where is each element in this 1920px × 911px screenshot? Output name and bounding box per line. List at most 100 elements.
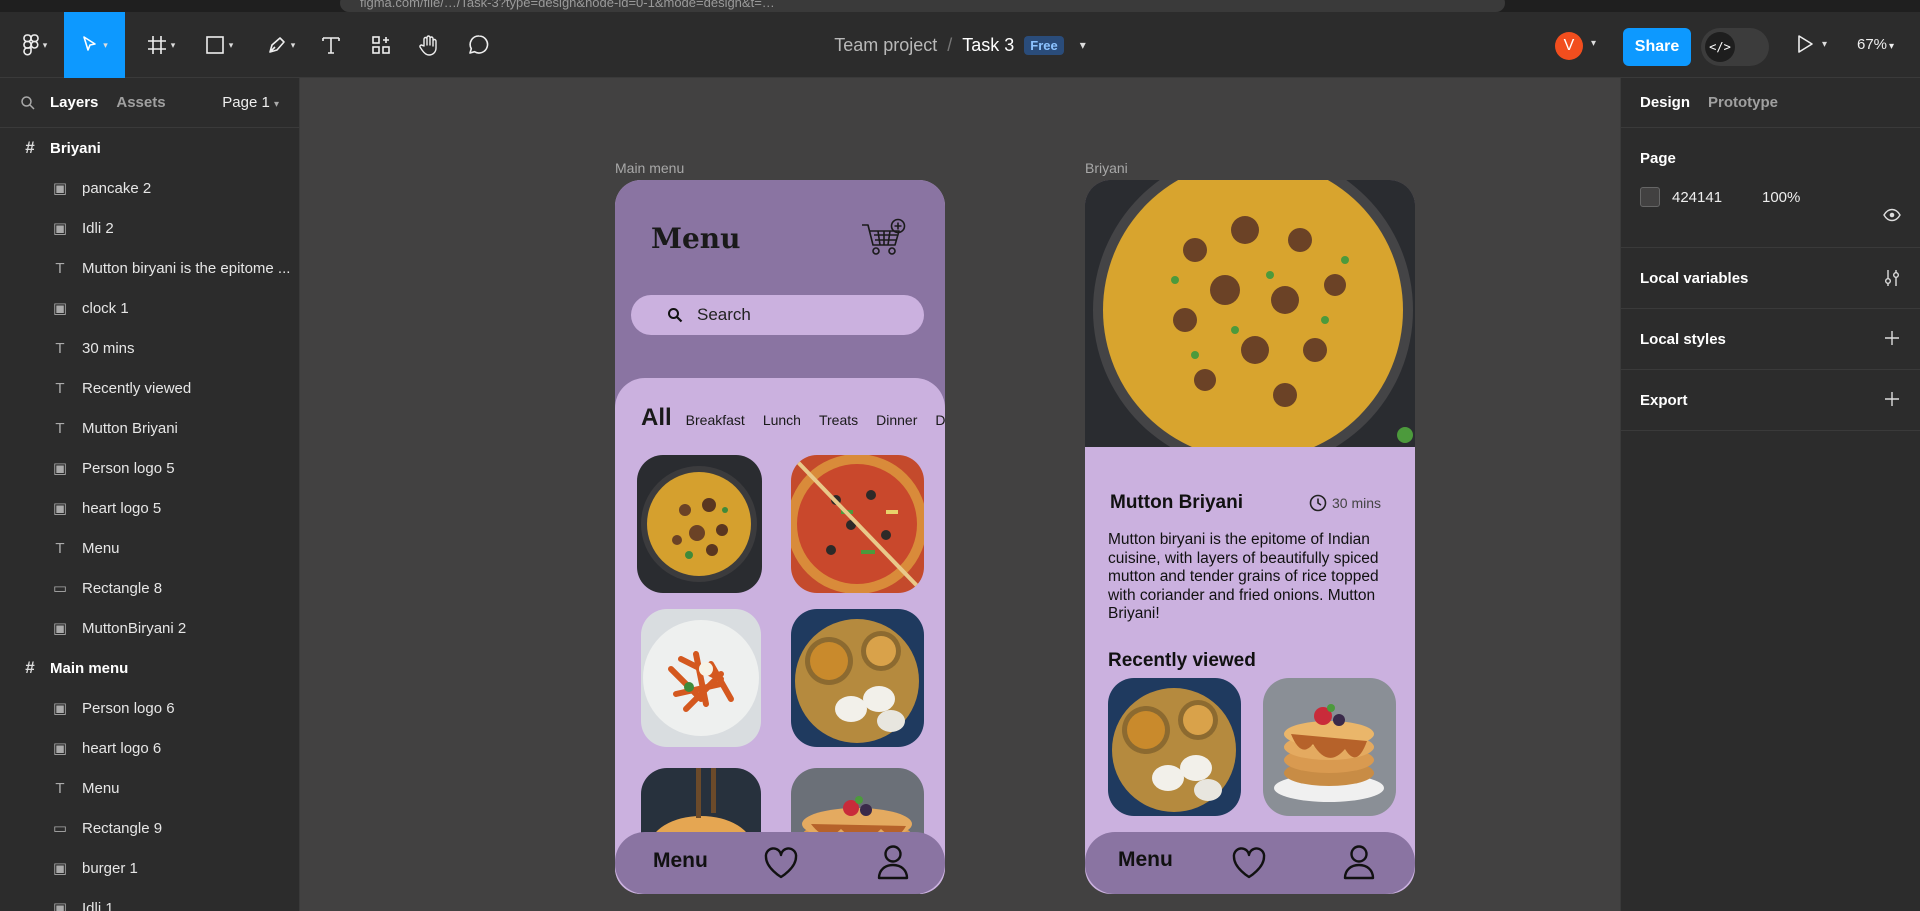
comment-tool-button[interactable] bbox=[464, 12, 494, 78]
nav-menu[interactable]: Menu bbox=[1118, 848, 1173, 872]
nav-menu[interactable]: Menu bbox=[653, 849, 708, 873]
frame-tool-button[interactable]: ▾ bbox=[138, 12, 184, 78]
shape-tool-icon bbox=[205, 36, 224, 54]
layers-panel: Layers Assets Page 1 ▾ # Briyani ▣ pancake … bbox=[0, 78, 300, 911]
layer-item[interactable]: ▣ burger 1 bbox=[0, 848, 299, 888]
layer-frame[interactable]: # Briyani bbox=[0, 128, 299, 168]
layer-item[interactable]: ▣ Idli 1 bbox=[0, 888, 299, 911]
clock-icon bbox=[1309, 494, 1327, 512]
search-placeholder: Search bbox=[697, 305, 751, 324]
category-all[interactable]: All bbox=[641, 404, 672, 432]
chevron-down-icon: ▾ bbox=[1889, 41, 1895, 52]
layer-label: Mutton biryani is the epitome ... bbox=[82, 259, 291, 277]
zoom-selector[interactable]: 67% ▾ bbox=[1857, 36, 1894, 53]
layer-label: Briyani bbox=[50, 139, 101, 157]
hand-tool-button[interactable] bbox=[414, 12, 444, 78]
export-section[interactable]: Export bbox=[1621, 370, 1920, 431]
move-tool-button[interactable]: ▾ bbox=[64, 12, 125, 78]
layer-item[interactable]: ▣ heart logo 5 bbox=[0, 488, 299, 528]
settings-icon[interactable] bbox=[1883, 268, 1901, 288]
layer-item[interactable]: T Menu bbox=[0, 528, 299, 568]
layer-item[interactable]: ▭ Rectangle 9 bbox=[0, 808, 299, 848]
layer-item[interactable]: ▭ Rectangle 8 bbox=[0, 568, 299, 608]
category-lunch[interactable]: Lunch bbox=[763, 412, 801, 428]
browser-url[interactable]: figma.com/file/…/Task-3?type=design&node… bbox=[340, 0, 1505, 12]
page-color-hex[interactable]: 424141 bbox=[1672, 189, 1762, 206]
layer-item[interactable]: T Mutton biryani is the epitome ... bbox=[0, 248, 299, 288]
layer-item[interactable]: T Mutton Briyani bbox=[0, 408, 299, 448]
pen-tool-button[interactable]: ▾ bbox=[258, 12, 304, 78]
figma-menu-button[interactable]: ▾ bbox=[12, 12, 58, 78]
food-pizza[interactable] bbox=[791, 455, 924, 593]
tab-prototype[interactable]: Prototype bbox=[1708, 94, 1778, 111]
layer-item[interactable]: ▣ Person logo 6 bbox=[0, 688, 299, 728]
toolbar: ▾ ▾ ▾ ▾ ▾ Team project / Task 3 Free ▾ V… bbox=[0, 12, 1920, 78]
recent-item-pancakes[interactable] bbox=[1263, 678, 1396, 816]
food-sweet-potato-fries[interactable] bbox=[641, 609, 761, 747]
present-button[interactable] bbox=[1796, 34, 1814, 59]
plus-icon[interactable] bbox=[1883, 390, 1901, 408]
layer-item[interactable]: ▣ Person logo 5 bbox=[0, 448, 299, 488]
rectangle-icon: ▭ bbox=[52, 820, 68, 837]
food-idli[interactable] bbox=[791, 609, 924, 747]
frame-tool-icon bbox=[147, 36, 166, 54]
person-icon[interactable] bbox=[1343, 844, 1375, 880]
browser-bar: figma.com/file/…/Task-3?type=design&node… bbox=[0, 0, 1920, 12]
chevron-down-icon[interactable]: ▾ bbox=[1822, 39, 1827, 50]
layer-item[interactable]: T Recently viewed bbox=[0, 368, 299, 408]
team-name[interactable]: Team project bbox=[834, 35, 937, 56]
cart-icon[interactable] bbox=[860, 218, 908, 258]
page-color-swatch[interactable] bbox=[1640, 187, 1660, 207]
resources-button[interactable] bbox=[366, 12, 396, 78]
tab-layers[interactable]: Layers bbox=[50, 94, 98, 111]
eye-icon[interactable] bbox=[1883, 208, 1901, 222]
search-icon[interactable] bbox=[20, 95, 36, 111]
text-icon: T bbox=[55, 259, 65, 277]
avatar[interactable]: V bbox=[1555, 32, 1583, 60]
local-variables-section[interactable]: Local variables bbox=[1621, 248, 1920, 309]
category-treats[interactable]: Treats bbox=[819, 412, 858, 428]
person-icon[interactable] bbox=[877, 844, 909, 880]
category-breakfast[interactable]: Breakfast bbox=[686, 412, 745, 428]
layers-panel-tabs: Layers Assets Page 1 ▾ bbox=[0, 78, 299, 128]
plus-icon[interactable] bbox=[1883, 329, 1901, 347]
frame-label-briyani[interactable]: Briyani bbox=[1085, 160, 1128, 176]
layer-item[interactable]: ▣ clock 1 bbox=[0, 288, 299, 328]
heart-icon[interactable] bbox=[1231, 846, 1267, 880]
category-dessert[interactable]: De bbox=[935, 412, 945, 428]
breadcrumb-separator: / bbox=[947, 34, 953, 55]
tab-assets[interactable]: Assets bbox=[116, 94, 165, 111]
layer-frame[interactable]: # Main menu bbox=[0, 648, 299, 688]
food-biryani[interactable] bbox=[637, 455, 762, 593]
page-opacity[interactable]: 100% bbox=[1762, 189, 1800, 206]
chevron-down-icon[interactable]: ▾ bbox=[1080, 38, 1086, 52]
image-icon: ▣ bbox=[52, 500, 68, 517]
page-selector[interactable]: Page 1 ▾ bbox=[222, 94, 279, 111]
rectangle-icon: ▭ bbox=[52, 580, 68, 597]
layer-item[interactable]: ▣ Idli 2 bbox=[0, 208, 299, 248]
heart-icon[interactable] bbox=[763, 846, 799, 880]
shape-tool-button[interactable]: ▾ bbox=[196, 12, 242, 78]
recent-item-idli[interactable] bbox=[1108, 678, 1241, 816]
share-button[interactable]: Share bbox=[1623, 28, 1691, 66]
frame-label-main-menu[interactable]: Main menu bbox=[615, 160, 684, 176]
category-dinner[interactable]: Dinner bbox=[876, 412, 917, 428]
layer-item[interactable]: T 30 mins bbox=[0, 328, 299, 368]
briyani-frame[interactable]: Mutton Briyani 30 mins Mutton biryani is… bbox=[1085, 180, 1415, 894]
tab-design[interactable]: Design bbox=[1640, 94, 1690, 111]
local-styles-section[interactable]: Local styles bbox=[1621, 309, 1920, 370]
main-menu-frame[interactable]: Menu Search All Breakfast Lunch Treats D… bbox=[615, 180, 945, 894]
layer-item[interactable]: ▣ heart logo 6 bbox=[0, 728, 299, 768]
search-bar[interactable]: Search bbox=[631, 295, 924, 335]
chevron-down-icon[interactable]: ▾ bbox=[1591, 38, 1596, 49]
dev-mode-toggle[interactable]: </> bbox=[1701, 28, 1769, 66]
file-name[interactable]: Task 3 bbox=[962, 35, 1014, 56]
layer-item[interactable]: T Menu bbox=[0, 768, 299, 808]
dish-description: Mutton biryani is the epitome of Indian … bbox=[1108, 531, 1379, 622]
chevron-down-icon: ▾ bbox=[103, 39, 108, 50]
page-fill-row: 424141 100% bbox=[1640, 187, 1901, 207]
layer-item[interactable]: ▣ MuttonBiryani 2 bbox=[0, 608, 299, 648]
layer-item[interactable]: ▣ pancake 2 bbox=[0, 168, 299, 208]
text-tool-button[interactable] bbox=[316, 12, 346, 78]
layer-label: Idli 1 bbox=[82, 899, 114, 911]
